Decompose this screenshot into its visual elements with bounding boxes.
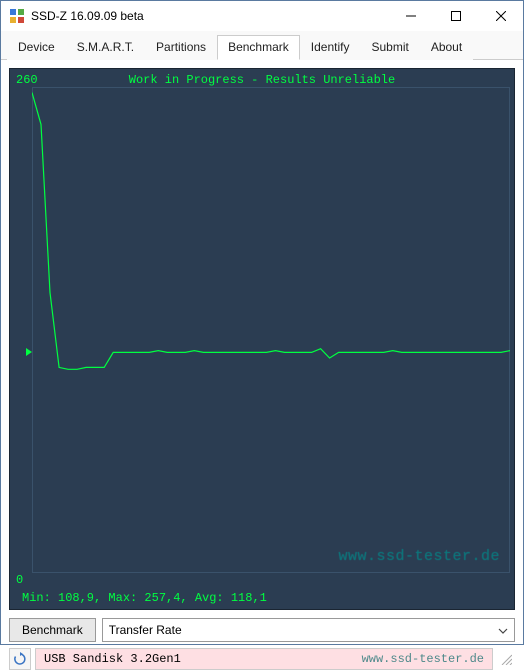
tab-device[interactable]: Device [7, 35, 66, 60]
benchmark-chart: 260 Work in Progress - Results Unreliabl… [9, 68, 515, 610]
status-bar: USB Sandisk 3.2Gen1 www.ssd-tester.de [9, 648, 515, 670]
device-info[interactable]: USB Sandisk 3.2Gen1 www.ssd-tester.de [35, 648, 493, 670]
close-button[interactable] [478, 1, 523, 31]
chart-title: Work in Progress - Results Unreliable [10, 73, 514, 87]
y-axis-min: 0 [16, 573, 23, 587]
tab-submit[interactable]: Submit [360, 35, 419, 60]
tab-identify[interactable]: Identify [300, 35, 361, 60]
maximize-button[interactable] [433, 1, 478, 31]
benchmark-button[interactable]: Benchmark [9, 618, 96, 642]
device-name: USB Sandisk 3.2Gen1 [44, 652, 181, 666]
window-controls [388, 1, 523, 31]
tab-benchmark[interactable]: Benchmark [217, 35, 300, 60]
mode-select[interactable]: Transfer Rate [102, 618, 515, 642]
tab-partitions[interactable]: Partitions [145, 35, 217, 60]
window-title: SSD-Z 16.09.09 beta [31, 9, 388, 23]
chart-stats: Min: 108,9, Max: 257,4, Avg: 118,1 [22, 591, 267, 605]
chevron-down-icon [498, 623, 508, 637]
resize-grip[interactable] [497, 648, 515, 670]
refresh-icon [13, 652, 27, 666]
tab-smart[interactable]: S.M.A.R.T. [66, 35, 145, 60]
app-icon [9, 8, 25, 24]
mode-select-value: Transfer Rate [109, 623, 182, 637]
watermark: www.ssd-tester.de [338, 548, 500, 565]
titlebar: SSD-Z 16.09.09 beta [1, 1, 523, 31]
marker-icon [26, 348, 32, 356]
chart-plot [32, 87, 510, 573]
minimize-button[interactable] [388, 1, 433, 31]
watermark-small: www.ssd-tester.de [362, 652, 484, 666]
controls-row: Benchmark Transfer Rate [9, 618, 515, 642]
tab-bar: Device S.M.A.R.T. Partitions Benchmark I… [1, 31, 523, 60]
refresh-button[interactable] [9, 648, 31, 670]
tab-about[interactable]: About [420, 35, 473, 60]
